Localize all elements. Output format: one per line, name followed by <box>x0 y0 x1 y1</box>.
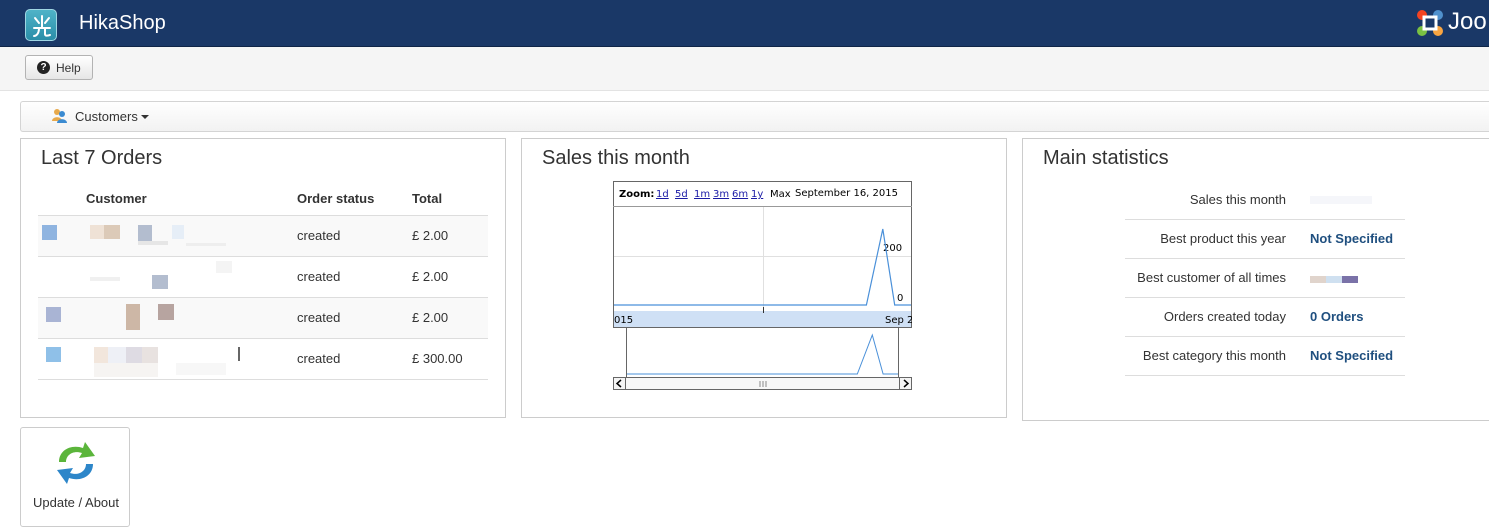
stats-panel-title: Main statistics <box>1043 147 1169 169</box>
table-row[interactable]: created £ 300.00 <box>38 338 488 380</box>
joomla-brand[interactable]: Joo <box>1414 5 1489 41</box>
customer-name-redacted[interactable] <box>86 257 297 297</box>
sales-chart[interactable]: Zoom: 1d 5d 1m 3m 6m 1y Max September 16, 2015… <box>613 181 913 391</box>
navigator[interactable] <box>626 327 899 378</box>
help-button[interactable]: ? Help <box>25 55 93 80</box>
sales-panel: Sales this month Zoom: 1d 5d 1m 3m 6m 1y Max S… <box>521 138 1007 418</box>
stat-value[interactable]: Not Specified <box>1310 219 1405 259</box>
zoom-option-6m[interactable]: 6m <box>732 189 748 200</box>
col-customer: Customer <box>86 183 297 216</box>
stats-row: Orders created today 0 Orders <box>1125 297 1405 337</box>
range-end-label: Sep 2 <box>885 315 912 326</box>
stat-value-redacted <box>1310 196 1372 205</box>
y-tick-label: 0 <box>897 293 903 304</box>
top-header: HikaShop Joo <box>0 0 1489 47</box>
toolbar: ? Help <box>0 47 1489 91</box>
customer-name-redacted[interactable] <box>86 216 297 256</box>
stat-label: Best category this month <box>1125 336 1310 376</box>
zoom-option-1d[interactable]: 1d <box>656 189 669 200</box>
orders-panel-title: Last 7 Orders <box>41 147 163 169</box>
zoom-option-5d[interactable]: 5d <box>675 189 688 200</box>
col-total: Total <box>412 183 488 216</box>
sales-panel-title: Sales this month <box>542 147 690 169</box>
order-marker <box>46 306 61 322</box>
stats-row: Best category this month Not Specified <box>1125 336 1405 376</box>
stats-row: Sales this month <box>1125 180 1405 220</box>
zoom-option-1m[interactable]: 1m <box>694 189 710 200</box>
stat-label: Orders created today <box>1125 297 1310 337</box>
app-title[interactable]: HikaShop <box>79 12 166 35</box>
order-marker <box>42 224 57 240</box>
chart-date-label: September 16, 2015 <box>795 188 898 199</box>
joomla-logo-icon <box>1417 10 1443 36</box>
orders-table: Customer Order status Total created £ 2.… <box>38 183 488 380</box>
customer-name-redacted[interactable] <box>86 339 297 379</box>
zoom-option-1y[interactable]: 1y <box>751 189 763 200</box>
order-status: created <box>297 297 412 339</box>
scroll-right-button[interactable] <box>899 377 912 390</box>
question-circle-icon: ? <box>37 61 50 74</box>
sales-chart-svg: Zoom: 1d 5d 1m 3m 6m 1y Max September 16, 2015… <box>613 181 913 390</box>
zoom-label: Zoom: <box>619 189 654 200</box>
stat-value[interactable]: 0 Orders <box>1310 297 1405 337</box>
stats-row: Best product this year Not Specified <box>1125 219 1405 259</box>
users-icon <box>52 109 67 123</box>
stats-panel: Main statistics Sales this month Best pr… <box>1022 138 1489 421</box>
order-status: created <box>297 338 412 380</box>
brand-text: Joo <box>1448 8 1487 35</box>
hikashop-logo-icon[interactable] <box>25 9 57 41</box>
customers-label: Customers <box>75 108 138 124</box>
customers-menu[interactable]: Customers <box>51 108 149 124</box>
update-about-button[interactable]: Update / About <box>20 427 130 527</box>
range-start-label: 015 <box>614 315 633 326</box>
table-row[interactable]: created £ 2.00 <box>38 256 488 298</box>
stat-value-redacted[interactable] <box>1310 271 1358 286</box>
zoom-links: 1d 5d 1m 3m 6m 1y Max <box>656 189 791 200</box>
submenu-bar: Customers <box>20 101 1489 132</box>
table-row[interactable]: created £ 2.00 <box>38 297 488 339</box>
table-row[interactable]: created £ 2.00 <box>38 215 488 257</box>
stat-label: Sales this month <box>1125 180 1310 220</box>
order-marker <box>46 346 61 362</box>
stat-label: Best product this year <box>1125 219 1310 259</box>
stat-label: Best customer of all times <box>1125 258 1310 298</box>
caret-down-icon <box>140 115 149 119</box>
stat-value[interactable]: Not Specified <box>1310 336 1405 376</box>
stats-row: Best customer of all times <box>1125 258 1405 298</box>
update-about-label: Update / About <box>32 495 119 510</box>
order-status: created <box>297 215 412 257</box>
help-label: Help <box>56 60 81 75</box>
zoom-option-3m[interactable]: 3m <box>713 189 729 200</box>
orders-table-header: Customer Order status Total <box>38 183 488 216</box>
refresh-icon <box>57 442 95 484</box>
col-order-status: Order status <box>297 183 412 216</box>
order-total: £ 2.00 <box>412 256 488 298</box>
order-status: created <box>297 256 412 298</box>
range-bar <box>614 311 911 327</box>
orders-panel: Last 7 Orders Customer Order status Tota… <box>20 138 506 418</box>
order-total: £ 2.00 <box>412 215 488 257</box>
order-total: £ 300.00 <box>412 338 488 380</box>
zoom-option-Max[interactable]: Max <box>770 189 791 200</box>
scroll-left-button[interactable] <box>613 377 626 390</box>
customer-name-redacted[interactable] <box>86 298 297 338</box>
order-total: £ 2.00 <box>412 297 488 339</box>
stats-table: Sales this month Best product this year … <box>1125 180 1405 376</box>
